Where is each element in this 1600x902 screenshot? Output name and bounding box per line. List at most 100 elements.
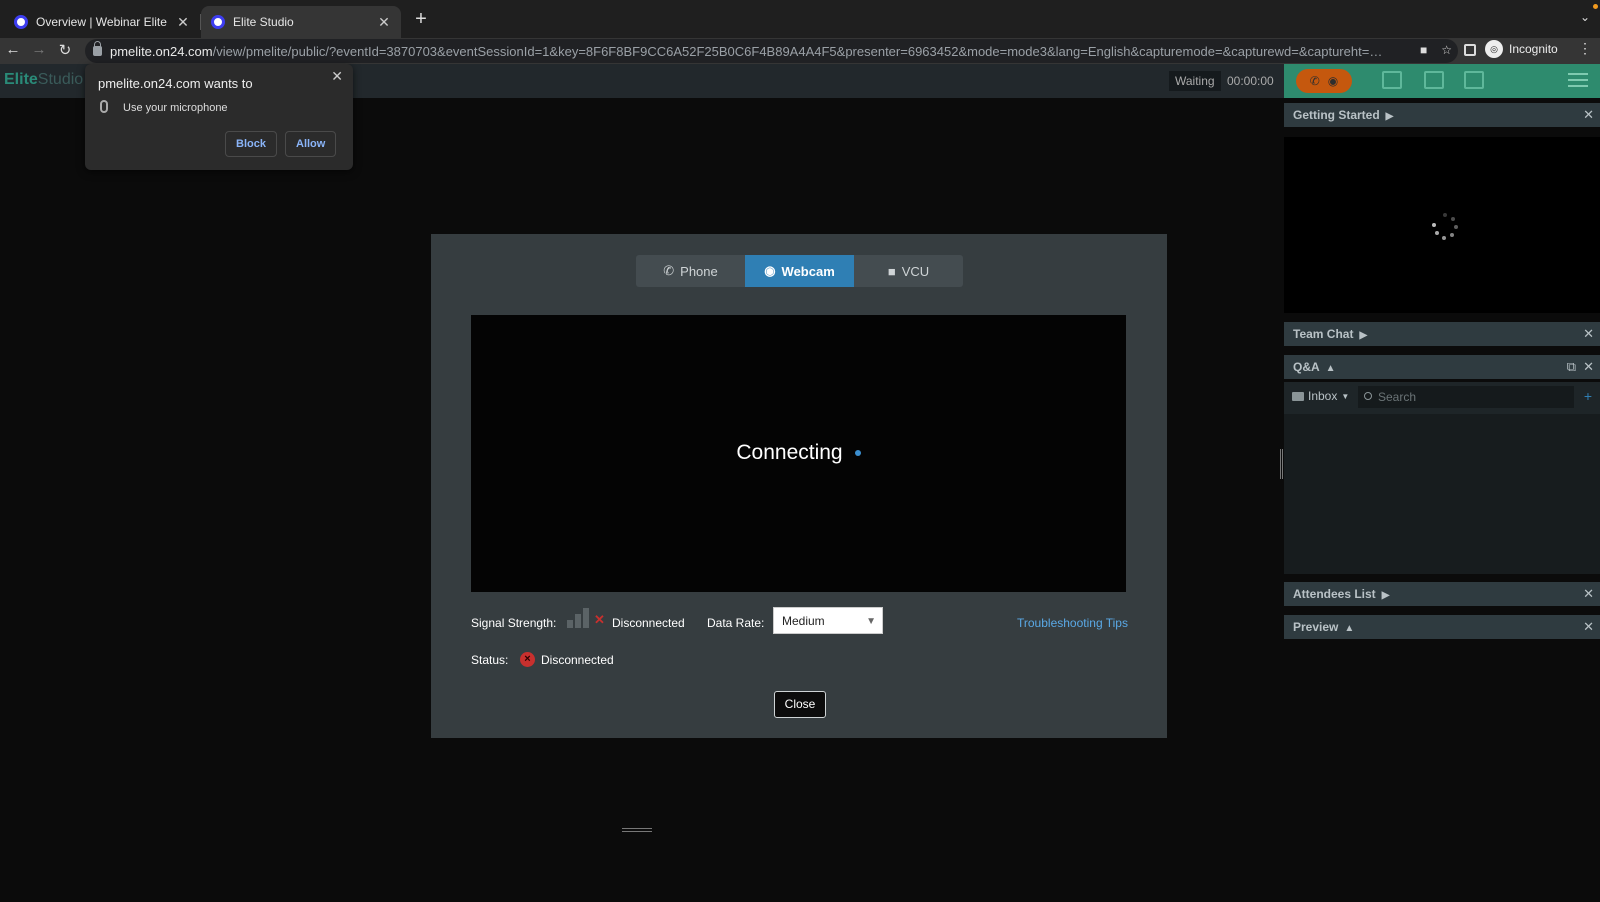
- lock-icon: [93, 41, 102, 56]
- panel-preview-header[interactable]: Preview ▲ ✕: [1284, 615, 1600, 639]
- app-header-tools: ✆ ◉: [1284, 64, 1600, 98]
- search-icon: [1364, 392, 1372, 400]
- close-icon[interactable]: ✕: [1583, 103, 1594, 127]
- webcam-icon: ◉: [764, 263, 776, 278]
- data-rate-label: Data Rate:: [707, 616, 765, 630]
- profile-button[interactable]: ◎ Incognito: [1485, 40, 1558, 58]
- tab-title: Overview | Webinar Elite: [36, 15, 167, 29]
- close-icon[interactable]: ✕: [1583, 582, 1594, 606]
- chevron-down-icon: ▼: [866, 616, 876, 627]
- folder-icon: [1292, 391, 1304, 401]
- incognito-icon: ◎: [1485, 40, 1503, 58]
- signal-state: Disconnected: [612, 616, 685, 630]
- tab-overview[interactable]: Overview | Webinar Elite ✕: [4, 6, 200, 38]
- tab-phone[interactable]: ✆ Phone: [636, 255, 745, 287]
- panel-resize-handle[interactable]: [1280, 449, 1283, 479]
- qa-toolbar: Inbox ▼ Search +: [1284, 382, 1600, 414]
- audio-webcam-button[interactable]: ✆ ◉: [1296, 69, 1352, 93]
- getting-started-video: [1284, 137, 1600, 313]
- permission-title: pmelite.on24.com wants to: [98, 76, 253, 91]
- audio-video-settings-dialog: ✆ Phone ◉ Webcam ■ VCU Connecting Signal…: [431, 234, 1167, 738]
- troubleshooting-tips-link[interactable]: Troubleshooting Tips: [1017, 616, 1128, 630]
- signal-bars-icon: [567, 606, 593, 628]
- presentation-icon[interactable]: [1382, 71, 1402, 89]
- collapse-icon: ▲: [1344, 623, 1355, 634]
- profile-label: Incognito: [1509, 42, 1558, 56]
- close-tab-icon[interactable]: ✕: [377, 14, 391, 31]
- camera-in-use-icon[interactable]: ■: [1420, 43, 1427, 57]
- microphone-icon: [100, 100, 108, 113]
- expand-icon: ▶: [1381, 590, 1390, 601]
- tab-vcu[interactable]: ■ VCU: [854, 255, 963, 287]
- popout-icon[interactable]: ⧉: [1567, 355, 1576, 379]
- close-icon[interactable]: ✕: [1583, 615, 1594, 639]
- side-panel-icon[interactable]: [1464, 44, 1476, 56]
- video-camera-icon: ■: [887, 263, 896, 279]
- loading-spinner-icon: [1432, 213, 1458, 240]
- permission-request: Use your microphone: [123, 102, 228, 114]
- expand-icon: ▶: [1385, 111, 1394, 122]
- data-rate-value: Medium: [782, 614, 825, 628]
- tab-search-chevron-icon[interactable]: ⌄: [1580, 10, 1590, 24]
- qa-list: [1284, 414, 1600, 574]
- tab-webcam[interactable]: ◉ Webcam: [745, 255, 854, 287]
- panel-attendees-header[interactable]: Attendees List ▶ ✕: [1284, 582, 1600, 606]
- panel-getting-started-header[interactable]: Getting Started ▶ ✕: [1284, 103, 1600, 127]
- connection-status-text: Connecting: [471, 441, 1126, 465]
- hamburger-menu-icon[interactable]: [1568, 73, 1588, 91]
- recording-indicator: [1593, 4, 1598, 9]
- panel-qa-header[interactable]: Q&A ▲ ⧉ ✕: [1284, 355, 1600, 379]
- phone-icon: ✆: [663, 263, 675, 278]
- forward-icon[interactable]: →: [29, 41, 49, 58]
- loading-dot-icon: [854, 450, 861, 457]
- event-timer: 00:00:00: [1227, 74, 1274, 88]
- tab-title: Elite Studio: [233, 15, 294, 29]
- reload-icon[interactable]: ↻: [55, 41, 75, 59]
- signal-error-icon: ✕: [594, 612, 605, 627]
- close-icon[interactable]: ✕: [1583, 355, 1594, 379]
- qa-search-input[interactable]: Search: [1358, 386, 1574, 408]
- close-icon[interactable]: ✕: [1583, 322, 1594, 346]
- close-tab-icon[interactable]: ✕: [176, 14, 190, 31]
- app-logo: EliteStudio: [4, 71, 84, 88]
- add-question-icon[interactable]: +: [1584, 388, 1592, 404]
- event-status-badge: Waiting: [1169, 71, 1221, 91]
- chevron-down-icon: ▼: [1341, 391, 1350, 401]
- phone-icon: ✆: [1309, 74, 1320, 88]
- microphone-permission-popup: pmelite.on24.com wants to ✕ Use your mic…: [85, 64, 353, 170]
- error-icon: ×: [520, 652, 535, 667]
- collapse-icon: ▲: [1325, 363, 1336, 374]
- qa-folder-dropdown[interactable]: Inbox ▼: [1292, 389, 1349, 403]
- notes-icon[interactable]: [1424, 71, 1444, 89]
- webcam-icon: ◉: [1327, 74, 1339, 88]
- webcam-preview: Connecting: [471, 315, 1126, 592]
- allow-button[interactable]: Allow: [285, 131, 337, 157]
- url-path: /view/pmelite/public/?eventId=3870703&ev…: [212, 43, 1383, 59]
- connection-type-tabs: ✆ Phone ◉ Webcam ■ VCU: [636, 255, 963, 287]
- close-button[interactable]: Close: [774, 691, 826, 718]
- block-button[interactable]: Block: [225, 131, 277, 157]
- browser-toolbar: ← → ↻ pmelite.on24.com /view/pmelite/pub…: [0, 38, 1600, 64]
- browser-menu-icon[interactable]: ⋮: [1578, 40, 1592, 57]
- on24-favicon-icon: [14, 15, 28, 29]
- back-icon[interactable]: ←: [3, 41, 23, 58]
- browser-tab-bar: Overview | Webinar Elite ✕ Elite Studio …: [0, 0, 1600, 38]
- url-host: pmelite.on24.com: [110, 43, 213, 59]
- on24-favicon-icon: [211, 15, 225, 29]
- tab-label: VCU: [901, 263, 930, 279]
- resize-handle[interactable]: [622, 828, 652, 834]
- status-label: Status:: [471, 653, 509, 667]
- tab-label: Webcam: [781, 263, 835, 279]
- tab-label: Phone: [680, 263, 718, 279]
- status-value: Disconnected: [541, 653, 614, 667]
- panel-team-chat-header[interactable]: Team Chat ▶ ✕: [1284, 322, 1600, 346]
- bookmark-star-icon[interactable]: ☆: [1441, 43, 1452, 57]
- expand-icon: ▶: [1359, 330, 1368, 341]
- address-bar[interactable]: pmelite.on24.com /view/pmelite/public/?e…: [85, 39, 1458, 63]
- close-icon[interactable]: ✕: [331, 68, 343, 85]
- data-rate-select[interactable]: Medium ▼: [773, 607, 883, 634]
- analytics-icon[interactable]: [1464, 71, 1484, 89]
- new-tab-button[interactable]: +: [410, 8, 432, 31]
- tab-elite-studio[interactable]: Elite Studio ✕: [201, 6, 401, 38]
- signal-strength-label: Signal Strength:: [471, 616, 557, 630]
